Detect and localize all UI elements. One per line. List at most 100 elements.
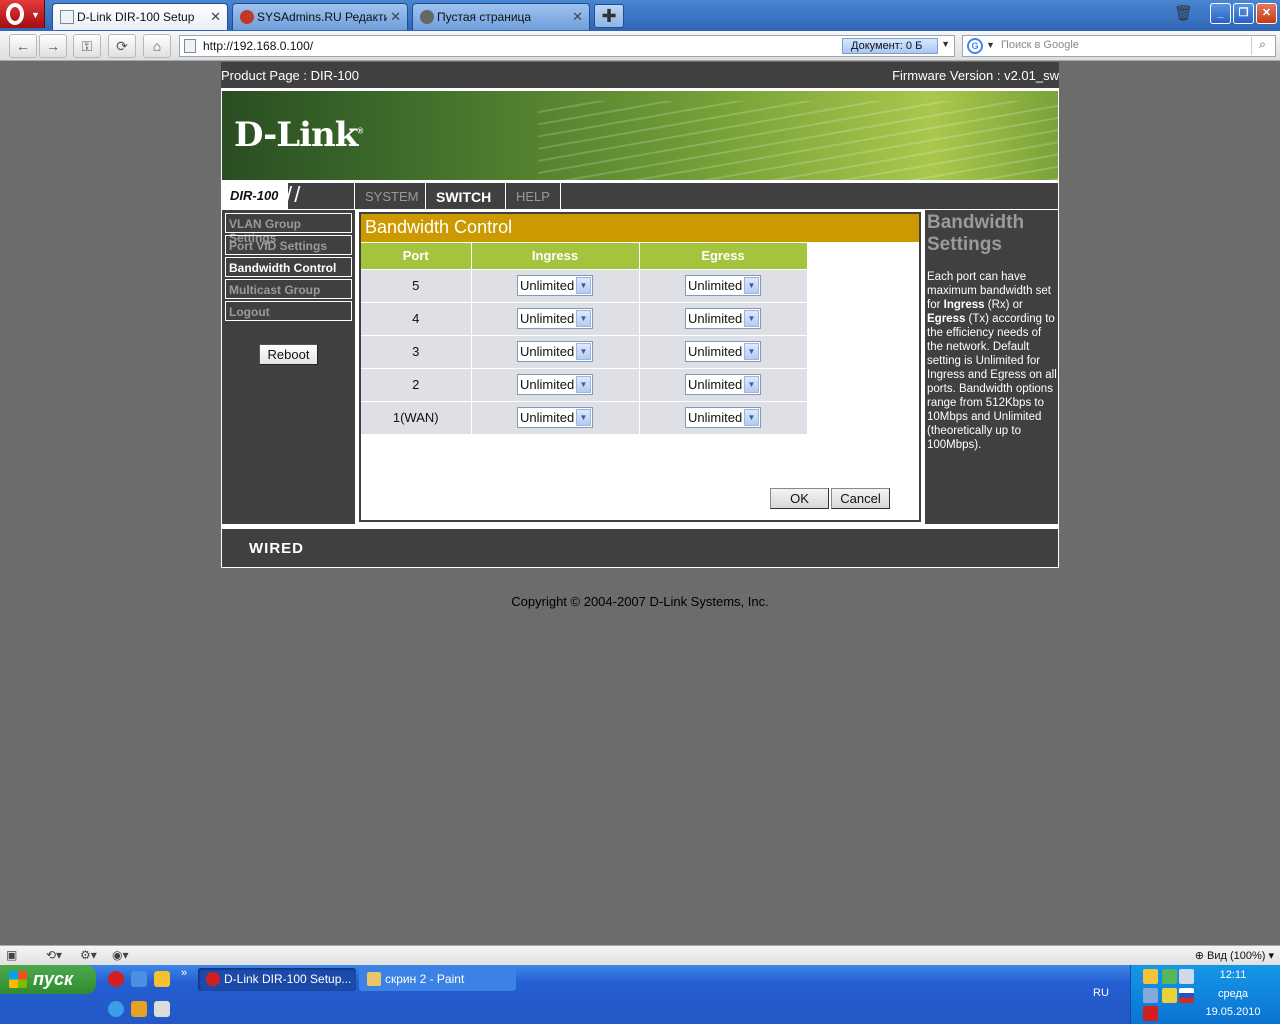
search-box[interactable]: G ▼ Поиск в Google ⌕ xyxy=(962,35,1276,57)
sync-icon[interactable]: ⟲▾ xyxy=(46,948,62,964)
chevron-down-icon[interactable]: ▼ xyxy=(941,39,950,49)
wired-logo: WIRED xyxy=(249,540,304,557)
taskbar-item-dlink[interactable]: D-Link DIR-100 Setup... xyxy=(198,968,356,991)
help-text-part: (Rx) or xyxy=(984,299,1023,311)
ingress-select[interactable]: Unlimited ▼ xyxy=(517,374,593,395)
turbo-icon[interactable]: ◉▾ xyxy=(112,948,129,964)
network-tray-icon[interactable] xyxy=(1162,969,1177,984)
back-button[interactable]: ← xyxy=(9,34,37,58)
tab-switch[interactable]: SWITCH xyxy=(425,183,501,209)
chevron-down-icon[interactable]: ▼ xyxy=(576,343,591,360)
app-quicklaunch-icon[interactable] xyxy=(131,1001,147,1017)
table-row: 3 Unlimited ▼ Unlimited ▼ xyxy=(361,334,808,368)
clock-day[interactable]: среда xyxy=(1193,988,1273,1000)
left-menu: VLAN Group Settings Port VID Settings Ba… xyxy=(222,210,355,524)
clock-date[interactable]: 19.05.2010 xyxy=(1193,1006,1273,1018)
chevron-down-icon[interactable]: ▼ xyxy=(744,310,759,327)
address-text[interactable]: http://192.168.0.100/ xyxy=(203,39,313,53)
panel-title: Bandwidth Control xyxy=(361,214,919,242)
table-row: 5 Unlimited ▼ Unlimited ▼ xyxy=(361,268,808,302)
egress-select[interactable]: Unlimited ▼ xyxy=(685,407,761,429)
egress-select[interactable]: Unlimited ▼ xyxy=(685,275,761,296)
egress-select[interactable]: Unlimited ▼ xyxy=(685,308,761,329)
language-indicator[interactable]: RU xyxy=(1093,987,1109,999)
egress-cell: Unlimited ▼ xyxy=(639,400,808,434)
search-placeholder[interactable]: Поиск в Google xyxy=(1001,39,1079,51)
unite-icon[interactable]: ⚙▾ xyxy=(80,948,97,964)
port-cell: 1(WAN) xyxy=(361,400,472,434)
menu-vlan-group-settings[interactable]: VLAN Group Settings xyxy=(225,213,352,245)
egress-select[interactable]: Unlimited ▼ xyxy=(685,341,761,362)
app-quicklaunch-icon[interactable] xyxy=(131,971,147,987)
menu-bandwidth-control[interactable]: Bandwidth Control xyxy=(225,257,352,277)
select-value: Unlimited xyxy=(688,410,743,426)
page-icon xyxy=(60,10,74,24)
key-icon[interactable]: ⚿ xyxy=(73,34,101,58)
opera-quicklaunch-icon[interactable] xyxy=(108,971,124,987)
main-area: VLAN Group Settings Port VID Settings Ba… xyxy=(221,210,1059,526)
app-quicklaunch-icon[interactable] xyxy=(154,1001,170,1017)
app-tray-icon[interactable] xyxy=(1143,988,1158,1003)
chevron-down-icon[interactable]: ▼ xyxy=(744,376,759,393)
ingress-select[interactable]: Unlimited ▼ xyxy=(517,275,593,296)
address-bar[interactable]: http://192.168.0.100/ Документ: 0 Б ▼ xyxy=(179,35,955,57)
select-value: Unlimited xyxy=(520,278,575,293)
tab-system[interactable]: SYSTEM xyxy=(354,183,428,209)
clock-tray-icon[interactable] xyxy=(1143,969,1158,984)
chevron-down-icon[interactable]: ▼ xyxy=(576,277,591,294)
select-value: Unlimited xyxy=(688,344,743,359)
more-quicklaunch-icon[interactable]: » xyxy=(181,967,187,979)
opera-menu-button[interactable]: ▼ xyxy=(0,0,45,28)
language-flag-icon[interactable] xyxy=(1179,988,1194,1003)
tab-help[interactable]: HELP xyxy=(505,183,561,209)
home-button[interactable]: ⌂ xyxy=(143,34,171,58)
new-tab-button[interactable]: ✚ xyxy=(594,4,624,28)
restore-button[interactable]: ❐ xyxy=(1233,3,1254,24)
tab-label: SWITCH xyxy=(436,189,492,205)
chevron-down-icon[interactable]: ▼ xyxy=(744,409,759,427)
table-header-row: Port Ingress Egress xyxy=(361,243,808,269)
menu-logout[interactable]: Logout xyxy=(225,301,352,321)
panel-toggle-icon[interactable]: ▣ xyxy=(6,948,17,964)
trash-icon[interactable]: 🗑 xyxy=(1174,4,1194,26)
chevron-down-icon: ▼ xyxy=(31,10,40,20)
ingress-select[interactable]: Unlimited ▼ xyxy=(517,341,593,362)
egress-select[interactable]: Unlimited ▼ xyxy=(685,374,761,395)
cancel-button[interactable]: Cancel xyxy=(831,488,890,509)
close-tab-icon[interactable]: ✕ xyxy=(572,9,583,25)
tab-empty-page[interactable]: Пустая страница ✕ xyxy=(412,3,590,30)
reload-button[interactable]: ⟳ xyxy=(108,34,136,58)
app-quicklaunch-icon[interactable] xyxy=(154,971,170,987)
zoom-control[interactable]: ⊕ Вид (100%) ▾ xyxy=(1195,949,1274,962)
close-tab-icon[interactable]: ✕ xyxy=(210,9,221,25)
chevron-down-icon[interactable]: ▼ xyxy=(744,277,759,294)
clock-time[interactable]: 12:11 xyxy=(1193,969,1273,981)
minimize-button[interactable]: _ xyxy=(1210,3,1231,24)
start-button[interactable]: пуск xyxy=(0,965,96,994)
chevron-down-icon[interactable]: ▼ xyxy=(744,343,759,360)
chevron-down-icon[interactable]: ▼ xyxy=(576,409,591,427)
ie-quicklaunch-icon[interactable] xyxy=(108,1001,124,1017)
chevron-down-icon[interactable]: ▼ xyxy=(986,40,995,50)
close-window-button[interactable]: ✕ xyxy=(1256,3,1277,24)
chevron-down-icon[interactable]: ▼ xyxy=(576,376,591,393)
monitor-tray-icon[interactable] xyxy=(1179,969,1194,984)
ok-button[interactable]: OK xyxy=(770,488,829,509)
ingress-select[interactable]: Unlimited ▼ xyxy=(517,407,593,429)
reboot-button[interactable]: Reboot xyxy=(259,344,318,365)
menu-multicast-group[interactable]: Multicast Group xyxy=(225,279,352,299)
forward-button[interactable]: → xyxy=(39,34,67,58)
taskbar-item-paint[interactable]: скрин 2 - Paint xyxy=(359,968,516,991)
menu-port-vid-settings[interactable]: Port VID Settings xyxy=(225,235,352,255)
security-tray-icon[interactable] xyxy=(1162,988,1177,1003)
tab-sysadmins[interactable]: SYSAdmins.RU Редакти... ✕ xyxy=(232,3,408,30)
close-tab-icon[interactable]: ✕ xyxy=(390,9,401,25)
tab-dlink-setup[interactable]: D-Link DIR-100 Setup ✕ xyxy=(52,3,228,30)
ingress-select[interactable]: Unlimited ▼ xyxy=(517,308,593,329)
search-icon[interactable]: ⌕ xyxy=(1251,37,1273,55)
help-text-bold: Ingress xyxy=(943,299,985,311)
egress-cell: Unlimited ▼ xyxy=(639,367,808,401)
antivirus-tray-icon[interactable] xyxy=(1143,1006,1158,1021)
chevron-down-icon[interactable]: ▼ xyxy=(576,310,591,327)
google-icon[interactable]: G xyxy=(967,38,983,54)
